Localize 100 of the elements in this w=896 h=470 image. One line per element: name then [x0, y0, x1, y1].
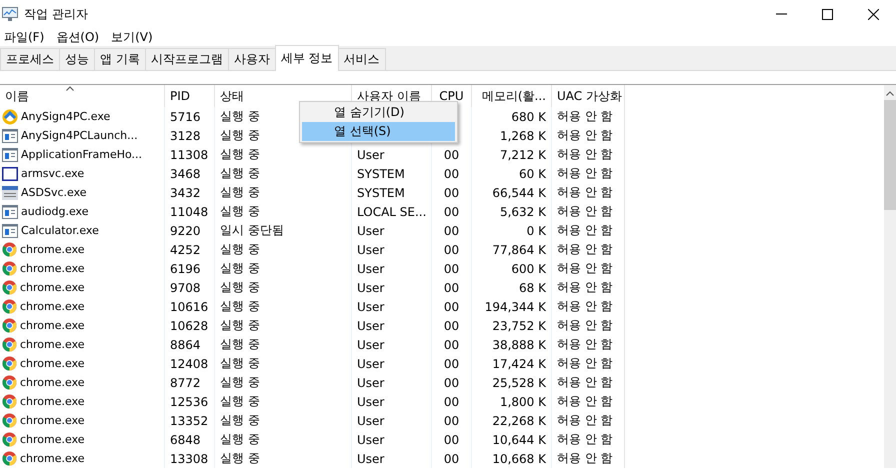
- table-cell: 38,888 K: [492, 338, 546, 352]
- table-cell: 허용 안 함: [557, 298, 613, 315]
- table-cell: 12536: [170, 394, 208, 408]
- table-cell: 00: [444, 338, 460, 352]
- tab[interactable]: 프로세스: [0, 48, 60, 70]
- table-cell: 00: [444, 166, 460, 180]
- table-cell: 25,528 K: [492, 376, 546, 390]
- table-cell: 00: [444, 262, 460, 276]
- table-cell: User: [357, 356, 384, 370]
- table-cell: User: [357, 414, 384, 428]
- table-cell: 17,424 K: [492, 356, 546, 370]
- table-cell: 8864: [170, 338, 201, 352]
- table-cell: 허용 안 함: [557, 260, 613, 277]
- table-cell: 00: [444, 452, 460, 466]
- process-name: chrome.exe: [20, 300, 85, 313]
- process-name: chrome.exe: [20, 262, 85, 275]
- table-cell: 허용 안 함: [557, 203, 613, 220]
- table-cell: 6848: [170, 432, 201, 446]
- table-cell: 실행 중: [220, 165, 260, 182]
- tab[interactable]: 세부 정보: [274, 45, 339, 71]
- tab[interactable]: 서비스: [338, 48, 386, 70]
- table-cell: User: [357, 280, 384, 294]
- scrollbar[interactable]: [884, 85, 896, 468]
- table-cell: 허용 안 함: [557, 108, 613, 125]
- table-cell: LOCAL SE...: [357, 204, 426, 218]
- table-cell: 실행 중: [220, 336, 260, 353]
- table-cell: 00: [444, 356, 460, 370]
- table-cell: 600 K: [511, 262, 546, 276]
- table-cell: 60 K: [519, 166, 546, 180]
- column-header[interactable]: 이름: [0, 85, 165, 107]
- table-cell: 194,344 K: [484, 300, 546, 314]
- table-cell: 23,752 K: [492, 318, 546, 332]
- table-cell: 5,632 K: [500, 204, 546, 218]
- table-cell: 7,212 K: [500, 148, 546, 162]
- table-cell: 00: [444, 432, 460, 446]
- table-cell: 실행 중: [220, 184, 260, 201]
- process-name: chrome.exe: [20, 281, 85, 294]
- process-name: chrome.exe: [20, 357, 85, 370]
- service-window-icon: [2, 185, 18, 200]
- table-cell: 실행 중: [220, 260, 260, 277]
- process-name: armsvc.exe: [21, 167, 84, 180]
- table-cell: User: [357, 338, 384, 352]
- table-cell: 허용 안 함: [557, 336, 613, 353]
- ribbon-logo-icon: [2, 108, 18, 124]
- column-header[interactable]: UAC 가상화: [552, 85, 625, 107]
- table-cell: 00: [444, 376, 460, 390]
- process-name: audiodg.exe: [21, 205, 88, 218]
- sort-caret-icon: [66, 86, 74, 91]
- table-cell: User: [357, 452, 384, 466]
- process-name: ASDSvc.exe: [21, 186, 87, 199]
- monitor-chart-icon: [2, 6, 18, 22]
- table-cell: 실행 중: [220, 450, 260, 467]
- process-name: AnySign4PCLaunch...: [21, 129, 138, 142]
- table-cell: 실행 중: [220, 355, 260, 372]
- menu-item[interactable]: 파일(F): [4, 28, 44, 46]
- scroll-up-icon[interactable]: [886, 91, 894, 96]
- table-cell: 허용 안 함: [557, 222, 613, 239]
- menu-item[interactable]: 보기(V): [111, 28, 153, 46]
- table-cell: 3432: [170, 186, 201, 200]
- menu-item[interactable]: 옵션(O): [56, 28, 100, 46]
- table-cell: 00: [444, 394, 460, 408]
- table-cell: 68 K: [519, 280, 546, 294]
- process-name: chrome.exe: [20, 433, 85, 446]
- window-title: 작업 관리자: [24, 6, 89, 22]
- table-cell: 9708: [170, 280, 201, 294]
- table-cell: 실행 중: [220, 127, 260, 144]
- table-cell: 13352: [170, 414, 208, 428]
- table-cell: 12408: [170, 356, 208, 370]
- table-cell: 일시 중단됨: [220, 222, 284, 239]
- table-cell: 실행 중: [220, 393, 260, 410]
- table-cell: 3128: [170, 128, 201, 142]
- table-cell: 허용 안 함: [557, 450, 613, 467]
- table-cell: 허용 안 함: [557, 127, 613, 144]
- process-name: chrome.exe: [20, 243, 85, 256]
- table-cell: 10,668 K: [492, 452, 546, 466]
- process-name: chrome.exe: [20, 376, 85, 389]
- table-cell: 00: [444, 414, 460, 428]
- table-cell: 허용 안 함: [557, 431, 613, 448]
- table-cell: 허용 안 함: [557, 279, 613, 296]
- table-cell: 5716: [170, 110, 201, 124]
- table-cell: 1,800 K: [500, 394, 546, 408]
- table-cell: 13308: [170, 452, 208, 466]
- table-cell: User: [357, 376, 384, 390]
- context-menu-item[interactable]: 열 선택(S): [302, 122, 455, 141]
- table-cell: 00: [444, 242, 460, 256]
- process-name: chrome.exe: [20, 338, 85, 351]
- table-cell: 허용 안 함: [557, 412, 613, 429]
- table-cell: 실행 중: [220, 412, 260, 429]
- column-header[interactable]: 메모리(활...: [472, 85, 552, 107]
- table-cell: 6196: [170, 262, 201, 276]
- table-cell: 00: [444, 186, 460, 200]
- column-header[interactable]: PID: [165, 85, 215, 107]
- process-name: chrome.exe: [20, 414, 85, 427]
- table-cell: 실행 중: [220, 203, 260, 220]
- table-cell: 4252: [170, 242, 201, 256]
- table-cell: SYSTEM: [357, 186, 405, 200]
- table-cell: 66,544 K: [492, 186, 546, 200]
- maximize-icon: [822, 8, 832, 20]
- table-cell: 허용 안 함: [557, 393, 613, 410]
- process-name: Calculator.exe: [21, 224, 99, 237]
